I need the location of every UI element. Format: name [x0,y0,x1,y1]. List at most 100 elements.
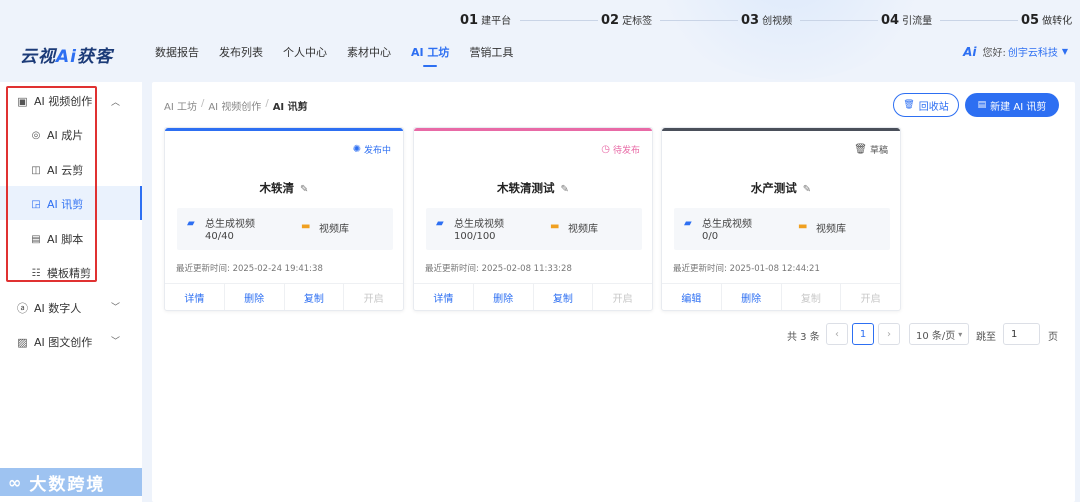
sidebar-item-ai-script[interactable]: ▤ AI 脚本 [30,231,83,247]
greeting-text: 您好: [982,48,1006,59]
nav-publish-list[interactable]: 发布列表 [219,44,263,60]
quick-edit-icon: ◲ [31,198,41,210]
breadcrumb-ai-video[interactable]: AI 视频创作 [208,98,261,113]
enable-button[interactable]: 开启 [593,284,652,310]
last-updated: 最近更新时间: 2025-02-08 11:33:28 [425,264,572,274]
document-icon: ▤ [977,100,987,110]
new-ai-edit-button[interactable]: ▤ 新建 AI 讯剪 [965,93,1059,117]
edit-pencil-icon[interactable]: ✎ [803,184,811,195]
library-icon: ▬ [550,221,560,232]
video-count: 40/40 [205,231,234,242]
chevron-down-icon[interactable]: ﹀ [111,334,120,347]
step-1: 01 建平台 [460,13,512,28]
page-number-button[interactable]: 1 [852,323,874,345]
script-icon: ▤ [31,233,41,245]
project-card: 🗑 草稿 水产测试 ✎ ▰ 总生成视频 0/0 ▬ 视频库 最近更新时间: 202… [661,127,901,311]
chevron-up-icon[interactable]: ︿ [111,95,120,108]
chevron-down-icon[interactable]: ▼ [1062,47,1068,56]
video-count: 100/100 [454,231,496,242]
card-actions: 详情 删除 复制 开启 [414,283,652,310]
sidebar-group-image-text[interactable]: ▨ AI 图文创作 [16,334,92,350]
user-menu[interactable]: Ai 您好: 创宇云科技 ▼ [963,44,1068,60]
watermark: ∞ 大数跨境 [0,468,142,496]
total-count: 共 3 条 [787,332,820,343]
page-size-select[interactable]: 10 条/页 ▾ [909,323,969,345]
project-card: ✺ 发布中 木轶清 ✎ ▰ 总生成视频 40/40 ▬ 视频库 最近更新时间: 2… [164,127,404,311]
sidebar-item-ai-film[interactable]: ◎ AI 成片 [30,127,84,143]
digital-human-icon: ⓐ [17,302,28,315]
jump-label: 跳至 [976,332,996,343]
library-icon: ▬ [798,221,808,232]
sidebar-group-ai-video[interactable]: ▣ AI 视频创作 [16,93,92,109]
card-stats: ▰ 总生成视频 40/40 ▬ 视频库 [177,208,393,250]
copy-button[interactable]: 复制 [285,284,345,310]
status-badge: ✺ 发布中 [352,144,391,156]
video-count: 0/0 [702,231,719,242]
nav-material-center[interactable]: 素材中心 [347,44,391,60]
edit-pencil-icon[interactable]: ✎ [300,184,308,195]
chevron-down-icon: ▾ [958,329,963,339]
recycle-bin-button[interactable]: 🗑 回收站 [893,93,959,117]
video-camera-icon: ▰ [436,218,444,229]
card-status-bar [662,128,900,131]
sidebar-item-ai-cloud-edit[interactable]: ◫ AI 云剪 [30,162,83,178]
next-page-button[interactable]: › [878,323,900,345]
delete-button[interactable]: 删除 [722,284,782,310]
sidebar: ▣ AI 视频创作 ︿ ◎ AI 成片 ◫ AI 云剪 ◲ AI 讯剪 ▤ AI… [0,82,142,502]
cloud-edit-icon: ◫ [31,164,41,176]
brand-ai-icon: Ai [963,44,977,59]
enable-button[interactable]: 开启 [344,284,403,310]
step-connector [800,20,878,21]
nav-ai-workshop[interactable]: AI 工坊 [411,44,449,60]
top-nav: 数据报告 发布列表 个人中心 素材中心 AI 工坊 营销工具 [155,44,533,60]
edit-button[interactable]: 编辑 [662,284,722,310]
details-button[interactable]: 详情 [165,284,225,310]
step-4: 04 引流量 [881,13,933,28]
jump-page-input[interactable] [1003,323,1040,345]
project-card: ◷ 待发布 木轶清测试 ✎ ▰ 总生成视频 100/100 ▬ 视频库 最近更新时… [413,127,653,311]
nav-data-report[interactable]: 数据报告 [155,44,199,60]
last-updated: 最近更新时间: 2025-01-08 12:44:21 [673,264,820,274]
enable-button[interactable]: 开启 [841,284,900,310]
sidebar-item-template-edit[interactable]: ☷ 模板精剪 [30,265,91,281]
pagination: 共 3 条 ‹ 1 › 10 条/页▾ 跳至 页 [152,323,1075,345]
step-3: 03 创视频 [741,13,793,28]
details-button[interactable]: 详情 [414,284,474,310]
main-panel: AI 工坊 / AI 视频创作 / AI 讯剪 🗑 回收站 ▤ 新建 AI 讯剪… [152,82,1075,502]
copy-button[interactable]: 复制 [782,284,842,310]
chevron-down-icon[interactable]: ﹀ [111,300,120,313]
page-unit-label: 页 [1048,332,1058,343]
video-library-link[interactable]: 视频库 [319,220,349,235]
video-library-link[interactable]: 视频库 [816,220,846,235]
card-title: 木轶清测试 ✎ [497,181,569,195]
card-stats: ▰ 总生成视频 0/0 ▬ 视频库 [674,208,890,250]
trash-icon: 🗑 [903,100,915,110]
video-library-link[interactable]: 视频库 [568,220,598,235]
prev-page-button[interactable]: ‹ [826,323,848,345]
watermark-logo-icon: ∞ [8,472,24,492]
sidebar-group-digital-human[interactable]: ⓐ AI 数字人 [16,300,81,316]
edit-pencil-icon[interactable]: ✎ [561,184,569,195]
step-connector [940,20,1018,21]
card-actions: 详情 删除 复制 开启 [165,283,403,310]
video-camera-icon: ▰ [684,218,692,229]
sidebar-item-ai-quick-edit[interactable]: ◲ AI 讯剪 [30,196,83,212]
video-icon: ▣ [17,94,28,108]
card-title: 木轶清 ✎ [259,181,309,195]
delete-button[interactable]: 删除 [474,284,534,310]
trash-icon: 🗑 [854,144,867,155]
nav-personal-center[interactable]: 个人中心 [283,44,327,60]
breadcrumb-ai-workshop[interactable]: AI 工坊 [164,98,197,113]
delete-button[interactable]: 删除 [225,284,285,310]
user-name[interactable]: 创宇云科技 [1008,44,1058,59]
loading-icon: ✺ [352,144,361,155]
progress-steps: 01 建平台 02 定标签 03 创视频 04 引流量 05 做转化 [460,12,1075,28]
image-icon: ▨ [17,335,28,349]
step-2: 02 定标签 [601,13,653,28]
nav-marketing-tools[interactable]: 营销工具 [469,44,513,60]
card-status-bar [414,128,652,131]
video-camera-icon: ▰ [187,218,195,229]
copy-button[interactable]: 复制 [534,284,594,310]
card-stats: ▰ 总生成视频 100/100 ▬ 视频库 [426,208,642,250]
app-logo[interactable]: 云视Ai获客 [20,42,113,67]
